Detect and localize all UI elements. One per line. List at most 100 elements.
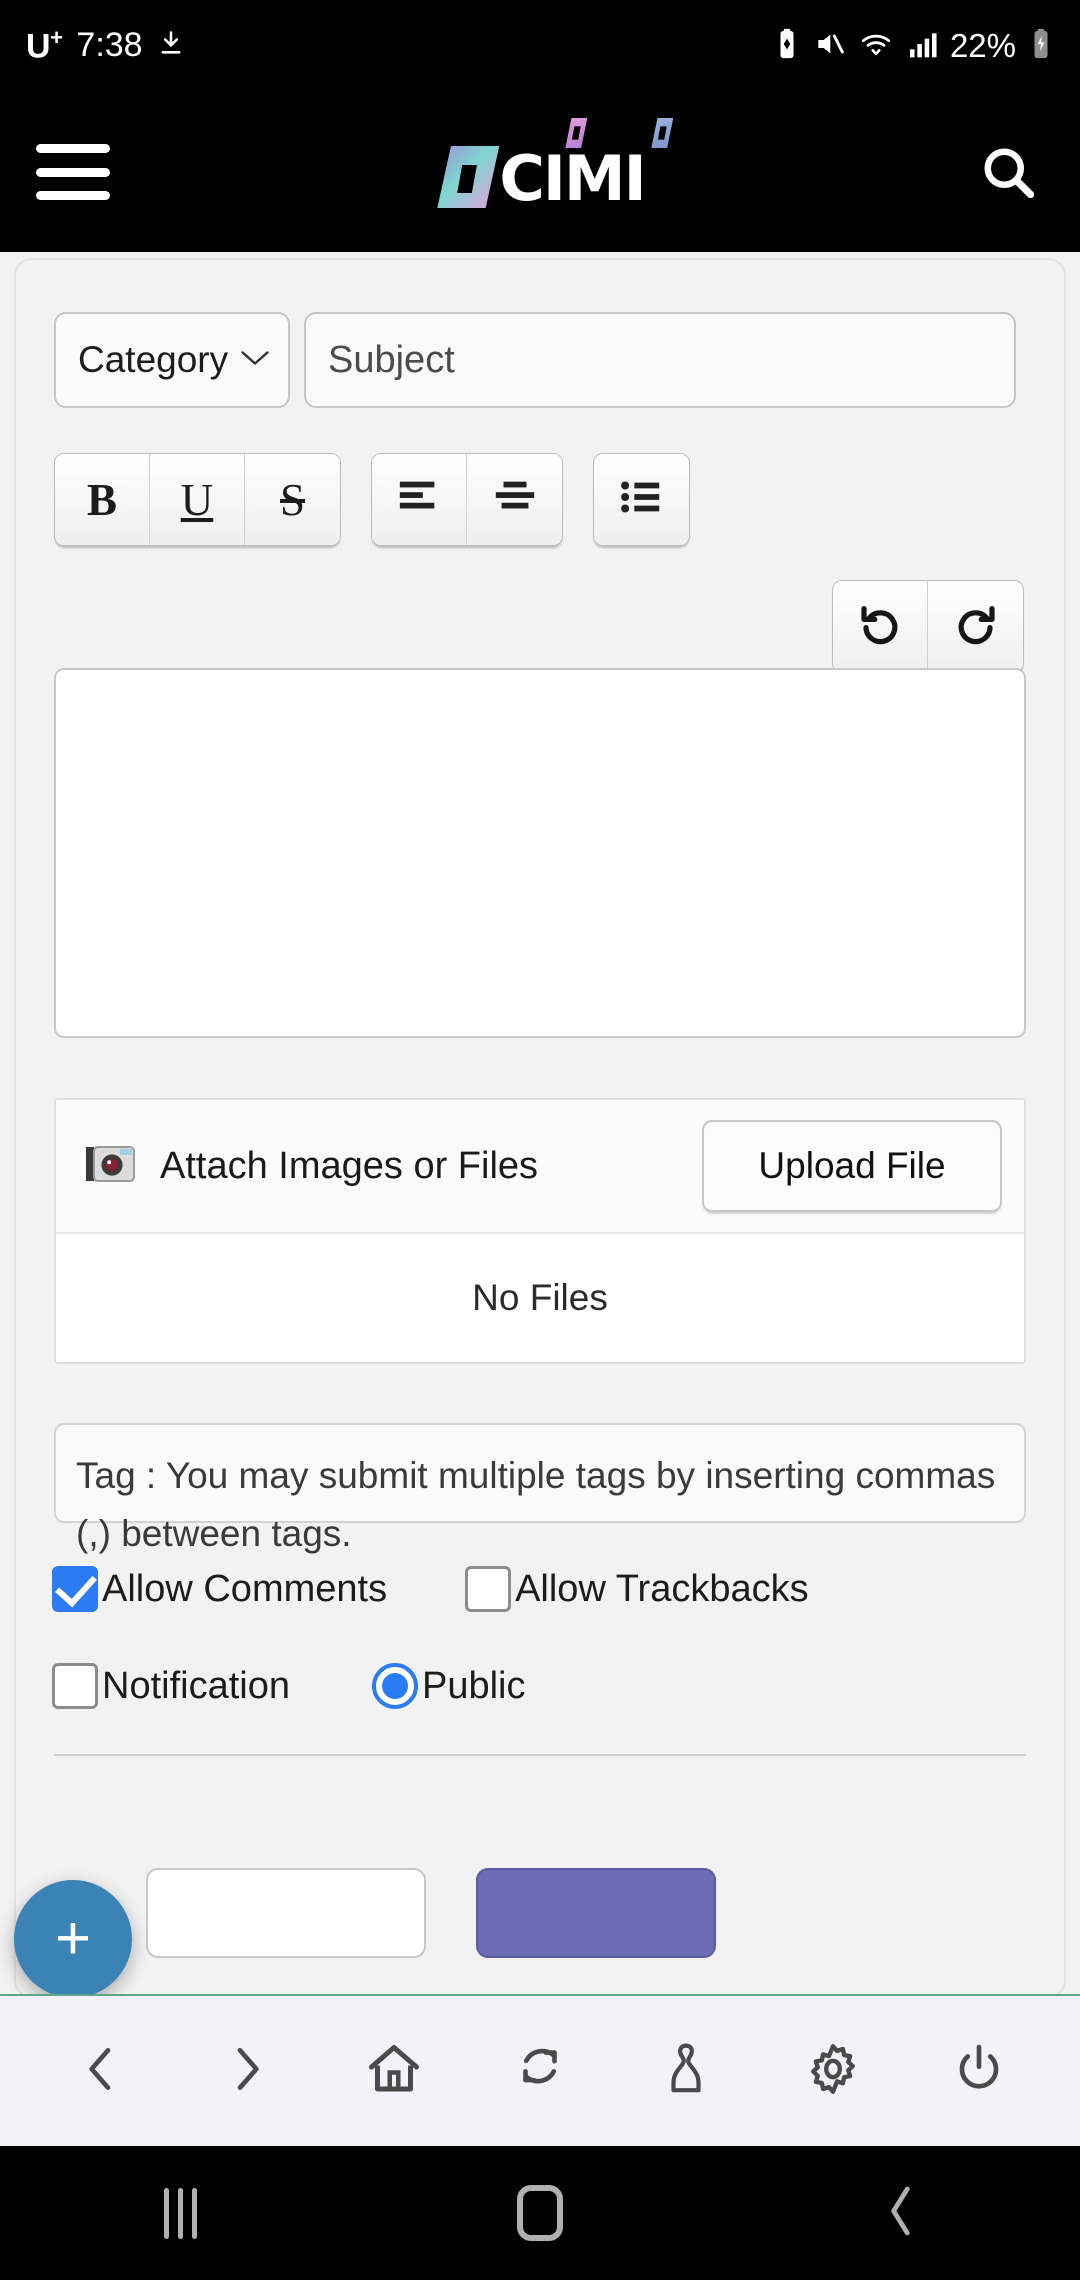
write-post-card: Category Subject B U S Attach Images or … [14, 258, 1066, 1994]
carrier-label: U+ [26, 25, 63, 66]
page-content: Category Subject B U S Attach Images or … [0, 252, 1080, 1994]
search-icon[interactable] [972, 136, 1044, 208]
browser-settings-button[interactable] [788, 2026, 878, 2116]
floating-action-button[interactable]: + [14, 1880, 132, 1994]
app-header: C I M I [0, 92, 1080, 252]
form-footer-buttons [146, 1868, 716, 1958]
android-home-button[interactable] [485, 2173, 595, 2253]
refresh-icon [511, 2040, 569, 2103]
align-center-icon [492, 477, 538, 522]
status-bar-left: U+ 7:38 [26, 25, 185, 66]
public-option[interactable]: Public [371, 1663, 526, 1709]
toolbar-group-history [832, 580, 1024, 673]
logo-letter: I [542, 142, 566, 215]
bullet-list-button[interactable] [594, 454, 689, 545]
post-body-editor[interactable] [54, 668, 1026, 1038]
carrier-sup: + [50, 25, 63, 51]
secondary-button[interactable] [146, 1868, 426, 1958]
hamburger-line [36, 144, 110, 153]
phone-screen: U+ 7:38 22% C I M I Category Subject B U… [0, 0, 1080, 2280]
gear-icon [804, 2040, 862, 2103]
power-icon [951, 2040, 1007, 2103]
allow-trackbacks-label: Allow Trackbacks [515, 1567, 809, 1610]
toolbar-group-align [371, 453, 563, 546]
logo-letter: M [563, 142, 626, 215]
align-center-button[interactable] [467, 454, 562, 545]
undo-button[interactable] [833, 581, 928, 672]
title-row: Category Subject [54, 312, 1016, 408]
mute-icon [812, 28, 846, 65]
logo-hexagon-icon [437, 146, 500, 208]
notification-checkbox[interactable] [52, 1663, 98, 1709]
strikethrough-button[interactable]: S [245, 454, 340, 545]
browser-back-button[interactable] [56, 2026, 146, 2116]
camera-icon [84, 1141, 138, 1192]
carrier-name: U [26, 27, 51, 66]
attachment-label-group: Attach Images or Files [84, 1141, 538, 1192]
attachment-header: Attach Images or Files Upload File [56, 1100, 1024, 1234]
charging-battery-icon [1028, 27, 1054, 66]
battery-percent-label: 22% [949, 27, 1016, 64]
category-select-label: Category [78, 339, 229, 380]
status-bar: U+ 7:38 22% [0, 0, 1080, 92]
allow-comments-label: Allow Comments [102, 1567, 388, 1610]
tag-input[interactable]: Tag : You may submit multiple tags by in… [54, 1423, 1026, 1554]
logo-letter: C [499, 142, 544, 215]
hamburger-line [36, 191, 110, 200]
browser-exit-button[interactable] [934, 2026, 1024, 2116]
android-back-button[interactable] [845, 2173, 955, 2253]
align-left-button[interactable] [372, 454, 467, 545]
browser-toolbar [0, 1994, 1080, 2146]
chevron-left-icon [878, 2183, 922, 2244]
download-icon [157, 26, 185, 65]
battery-saver-icon [774, 27, 800, 66]
browser-refresh-button[interactable] [495, 2026, 585, 2116]
status-bar-right: 22% [774, 27, 1054, 66]
browser-account-button[interactable] [641, 2026, 731, 2116]
align-left-icon [396, 477, 442, 522]
editor-toolbar: B U S [54, 453, 690, 546]
logo-accent-blue-icon [651, 118, 674, 148]
underline-glyph: U [180, 474, 214, 525]
signal-icon [906, 28, 938, 65]
allow-comments-option[interactable]: Allow Comments [52, 1566, 387, 1612]
notification-option[interactable]: Notification [52, 1663, 290, 1709]
recents-icon [163, 2187, 197, 2239]
upload-file-button[interactable]: Upload File [702, 1120, 1002, 1212]
category-select[interactable]: Category [54, 312, 290, 408]
browser-home-button[interactable] [349, 2026, 439, 2116]
bold-glyph: B [86, 474, 117, 525]
public-radio[interactable] [371, 1663, 418, 1709]
attachment-label: Attach Images or Files [160, 1144, 539, 1187]
hamburger-line [36, 167, 110, 177]
public-label: Public [421, 1664, 526, 1707]
home-icon [364, 2039, 424, 2104]
toolbar-group-list [593, 453, 690, 546]
chevron-down-icon [238, 347, 272, 374]
undo-icon [855, 600, 905, 653]
subject-input[interactable]: Subject [304, 312, 1016, 408]
allow-comments-checkbox[interactable] [52, 1566, 98, 1612]
options-row-1: Allow Comments Allow Trackbacks [52, 1566, 809, 1612]
redo-button[interactable] [928, 581, 1023, 672]
notification-label: Notification [102, 1664, 290, 1707]
attachment-empty-state: No Files [56, 1234, 1024, 1362]
hamburger-menu-icon[interactable] [36, 144, 110, 200]
underline-button[interactable]: U [150, 454, 245, 545]
home-circle-icon [517, 2185, 563, 2241]
allow-trackbacks-checkbox[interactable] [465, 1566, 512, 1612]
chevron-right-icon [219, 2041, 275, 2102]
android-recents-button[interactable] [125, 2173, 235, 2253]
bold-button[interactable]: B [55, 454, 150, 545]
bullet-list-icon [619, 477, 665, 522]
tag-field-wrapper: Tag : You may submit multiple tags by in… [54, 1423, 1026, 1554]
allow-trackbacks-option[interactable]: Allow Trackbacks [465, 1566, 809, 1612]
android-navigation-bar [0, 2146, 1080, 2280]
redo-icon [951, 600, 1001, 653]
primary-button[interactable] [476, 1868, 716, 1958]
browser-forward-button[interactable] [202, 2026, 292, 2116]
site-logo[interactable]: C I M I [437, 118, 674, 215]
section-divider [54, 1754, 1026, 1756]
logo-wordmark: C I M I [499, 142, 646, 215]
strikethrough-glyph: S [279, 474, 306, 525]
